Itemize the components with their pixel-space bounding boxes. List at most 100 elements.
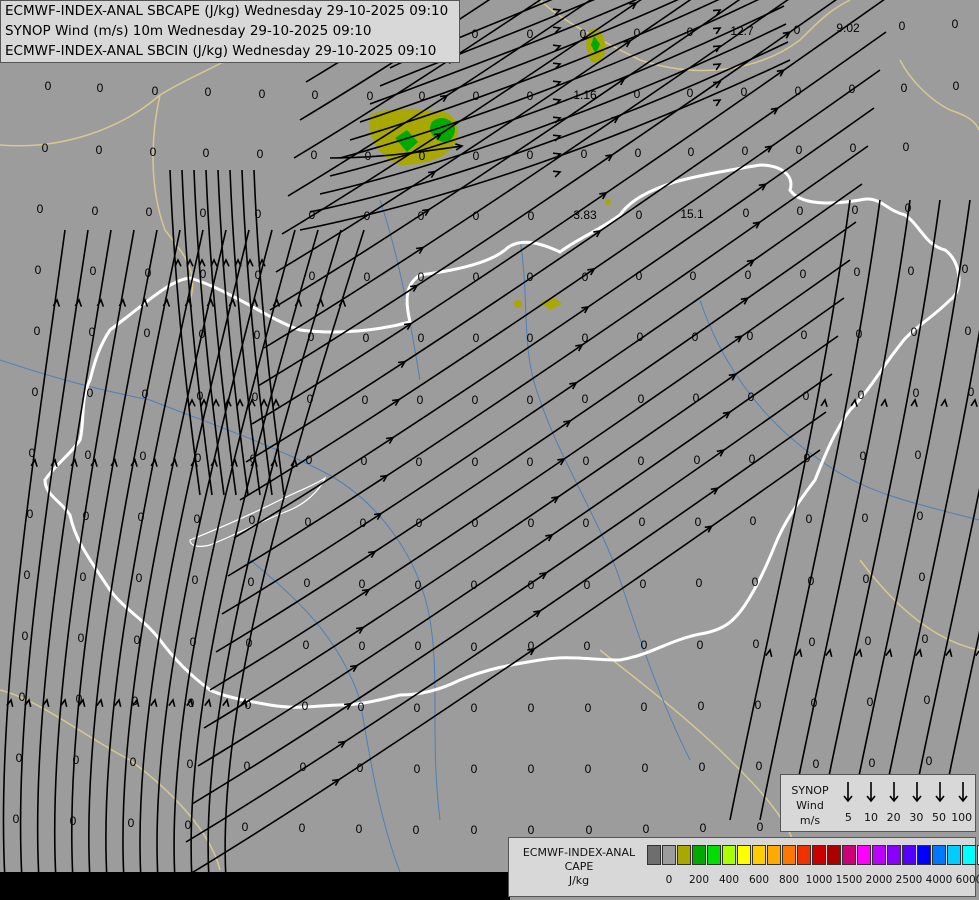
cin-label: 0 xyxy=(750,514,757,528)
cape-color-swatch xyxy=(812,845,826,865)
cin-label: 0 xyxy=(249,513,256,527)
cin-label: 0 xyxy=(254,328,261,342)
cape-scale-value: 2000 xyxy=(865,874,893,886)
cin-label: 0 xyxy=(252,390,259,404)
cape-scale-value: 200 xyxy=(688,874,710,886)
cin-label: 0 xyxy=(795,84,802,98)
cin-label: 0 xyxy=(641,700,648,714)
cin-label: 0 xyxy=(96,143,103,157)
cape-color-swatch xyxy=(647,845,661,865)
cin-label: 0 xyxy=(130,755,137,769)
cin-label: 0 xyxy=(636,208,643,222)
cin-label: 0 xyxy=(636,269,643,283)
synop-legend-title-line2: Wind xyxy=(796,799,824,812)
cin-label: 0 xyxy=(416,455,423,469)
cape-color-swatch xyxy=(842,845,856,865)
cin-label: 0 xyxy=(801,328,808,342)
cin-label: 0 xyxy=(808,574,815,588)
cape-color-swatch xyxy=(827,845,841,865)
cin-label: 0 xyxy=(205,85,212,99)
cin-label: 0 xyxy=(414,762,421,776)
cin-label: 0 xyxy=(580,27,587,41)
cin-label: 0 xyxy=(692,330,699,344)
cin-label: 0 xyxy=(471,823,478,837)
cin-label: 0 xyxy=(585,701,592,715)
cin-label: 0 xyxy=(688,145,695,159)
cin-label: 0 xyxy=(136,571,143,585)
cin-label: 0 xyxy=(695,515,702,529)
cin-label: 0 xyxy=(364,209,371,223)
cin-label: 0 xyxy=(87,386,94,400)
cin-label: 0 xyxy=(73,753,80,767)
cape-scale-value: 400 xyxy=(718,874,740,886)
cin-label: 0 xyxy=(34,324,41,338)
cin-label: 0 xyxy=(361,454,368,468)
cape-legend-title: ECMWF-INDEX-ANAL CAPE J/kg xyxy=(513,846,645,888)
cin-label: 0 xyxy=(527,27,534,41)
cin-label: 0 xyxy=(24,568,31,582)
cin-label: 0 xyxy=(743,206,750,220)
cin-label: 0 xyxy=(416,516,423,530)
cin-label: 0 xyxy=(359,577,366,591)
cin-label: 0 xyxy=(854,265,861,279)
cin-label: 0 xyxy=(965,324,972,338)
cin-label: 0 xyxy=(417,393,424,407)
cin-label: 0 xyxy=(257,147,264,161)
cin-label: 0 xyxy=(152,84,159,98)
cin-label: 0 xyxy=(698,699,705,713)
cin-label: 0 xyxy=(528,701,535,715)
cin-label: 0 xyxy=(640,577,647,591)
cin-label: 0 xyxy=(813,757,820,771)
synop-value: 20 xyxy=(886,811,901,824)
cin-label: 3.83 xyxy=(573,208,597,222)
cin-label: 0 xyxy=(365,149,372,163)
cin-label: 0 xyxy=(418,209,425,223)
cin-label: 0 xyxy=(527,148,534,162)
cin-label: 0 xyxy=(753,637,760,651)
cin-label: 0 xyxy=(748,390,755,404)
cape-legend-parameter: CAPE xyxy=(564,860,594,873)
cape-color-swatch xyxy=(947,845,961,865)
cin-label: 0 xyxy=(905,201,912,215)
cin-label: 0 xyxy=(850,141,857,155)
weather-map[interactable]: 0 0 0 0 0 0 0 0 0 0 1.16 0 0 0 0 0 0 0 0 0 0 0 0 12.7 0 9.02 0 0 0 0 0… xyxy=(0,0,979,900)
cin-label: 0 xyxy=(418,270,425,284)
cin-label: 0 xyxy=(78,631,85,645)
cin-label: 0 xyxy=(696,576,703,590)
cin-label: 0 xyxy=(45,79,52,93)
cape-color-swatch xyxy=(872,845,886,865)
cin-label: 0 xyxy=(413,823,420,837)
cin-label: 0 xyxy=(642,761,649,775)
synop-wind-legend: SYNOP Wind m/s 5 10 20 30 50 100 xyxy=(780,774,976,832)
cin-label: 0 xyxy=(132,694,139,708)
cin-label: 0 xyxy=(255,207,262,221)
cin-label: 0 xyxy=(200,267,207,281)
cin-label: 0 xyxy=(915,448,922,462)
cin-label: 0 xyxy=(16,751,23,765)
cin-label: 0 xyxy=(527,393,534,407)
map-title-panel: ECMWF-INDEX-ANAL SBCAPE (J/kg) Wednesday… xyxy=(0,0,460,63)
cin-label: 0 xyxy=(307,392,314,406)
cape-color-swatch xyxy=(782,845,796,865)
cin-label: 0 xyxy=(809,635,816,649)
cin-label: 0 xyxy=(637,330,644,344)
cin-label: 15.1 xyxy=(680,207,704,221)
cin-label: 0 xyxy=(363,331,370,345)
title-cape: ECMWF-INDEX-ANAL SBCAPE (J/kg) Wednesday… xyxy=(5,3,449,19)
cin-label: 0 xyxy=(865,634,872,648)
cin-label: 0 xyxy=(80,570,87,584)
cin-label: 0 xyxy=(867,695,874,709)
cin-label: 0 xyxy=(583,516,590,530)
cin-label: 0 xyxy=(250,452,257,466)
cin-label: 0 xyxy=(913,386,920,400)
cape-scale-value: 1000 xyxy=(805,874,833,886)
cin-label: 0 xyxy=(755,698,762,712)
cape-color-swatch xyxy=(902,845,916,865)
cape-color-swatch xyxy=(887,845,901,865)
cin-label: 0 xyxy=(741,85,748,99)
cin-label: 0 xyxy=(635,146,642,160)
cin-label: 0 xyxy=(584,639,591,653)
synop-legend-unit: m/s xyxy=(799,814,821,827)
cin-label: 0 xyxy=(419,149,426,163)
cape-scale-value: 0 xyxy=(665,874,673,886)
